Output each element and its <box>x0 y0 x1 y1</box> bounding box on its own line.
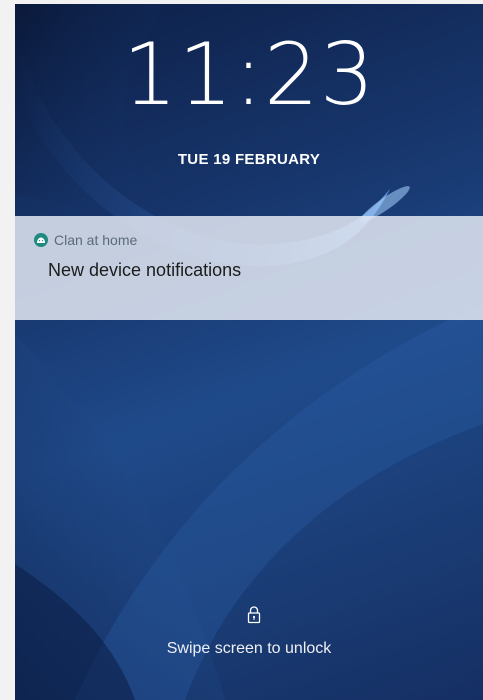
lock-screen[interactable]: 11:23 TUE 19 FEBRUARY Clan at home New d… <box>15 4 483 700</box>
unlock-hint: Swipe screen to unlock <box>166 640 332 657</box>
notification-app-name: Clan at home <box>54 232 138 248</box>
notification-title: New device notifications <box>48 260 242 280</box>
notification-card[interactable]: Clan at home New device notifications <box>15 216 483 320</box>
lock-icon <box>247 606 261 624</box>
date-label: TUE 19 FEBRUARY <box>177 151 321 168</box>
android-icon <box>34 233 48 247</box>
clock-time: 11:23 <box>122 25 376 125</box>
device-frame: 11:23 TUE 19 FEBRUARY Clan at home New d… <box>0 0 483 700</box>
notification-app-row: Clan at home <box>34 230 137 250</box>
